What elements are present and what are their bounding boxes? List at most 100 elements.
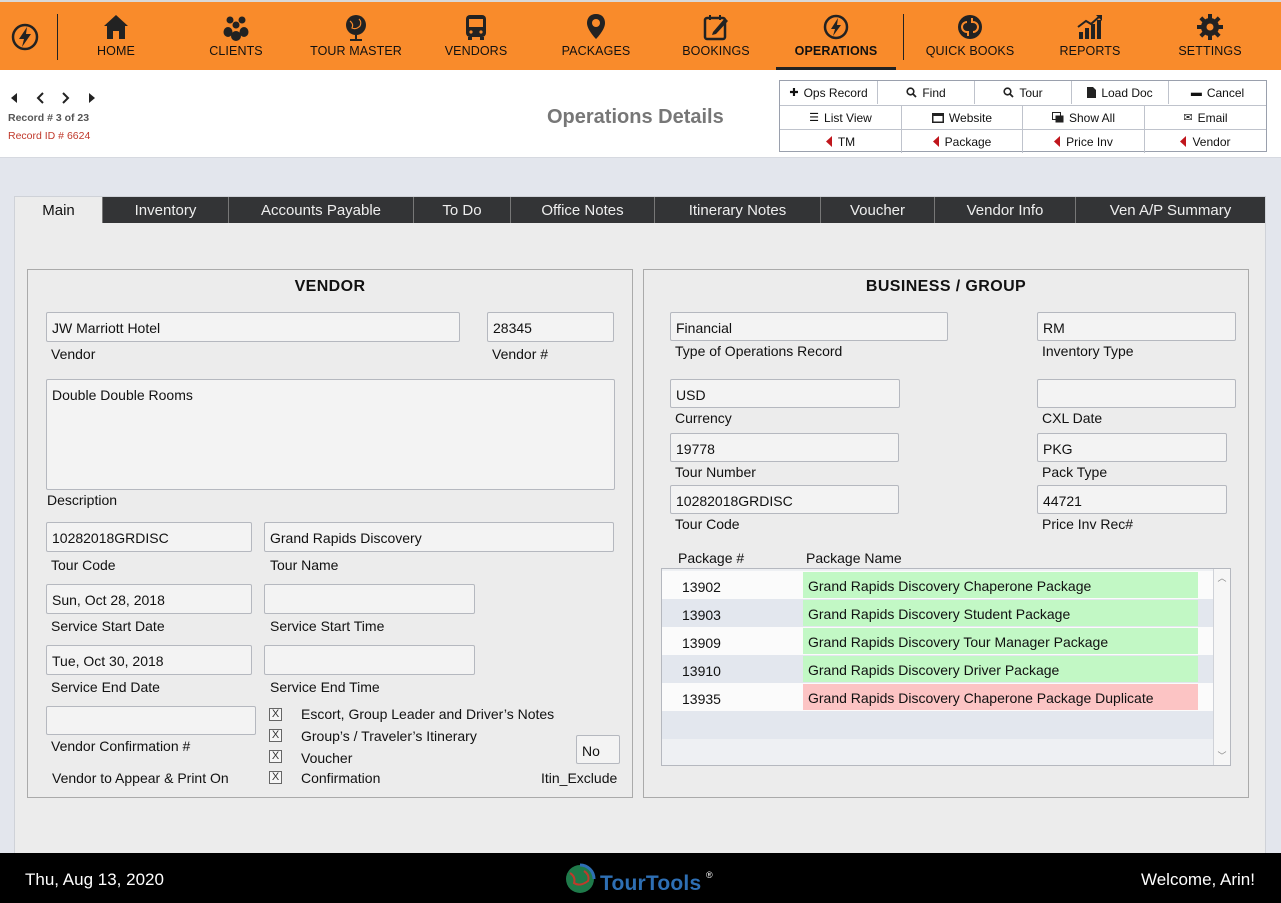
pack-type-field[interactable]: PKG: [1037, 433, 1227, 462]
show-all-button[interactable]: Show All: [1023, 106, 1145, 129]
first-record-icon[interactable]: [5, 89, 23, 107]
nav-quick-books[interactable]: QUICK BOOKS: [910, 2, 1030, 70]
toolbar-row-3: TM Package Price Inv Vendor: [780, 129, 1266, 153]
nav-vendors[interactable]: VENDORS: [416, 2, 536, 70]
tab-to-do[interactable]: To Do: [414, 197, 511, 223]
package-name: Grand Rapids Discovery Student Package: [803, 600, 1198, 626]
package-row[interactable]: 13909 Grand Rapids Discovery Tour Manage…: [662, 627, 1214, 655]
previous-record-icon[interactable]: [31, 89, 49, 107]
website-button[interactable]: Website: [902, 106, 1023, 129]
footer-bar: Thu, Aug 13, 2020 TourTools ® Welcome, A…: [0, 853, 1281, 903]
vendor-heading: VENDOR: [294, 278, 366, 295]
next-record-icon[interactable]: [57, 89, 75, 107]
inventory-type-field[interactable]: RM: [1037, 312, 1236, 341]
package-row[interactable]: 13910 Grand Rapids Discovery Driver Pack…: [662, 655, 1214, 683]
vendor-confirmation-label: Vendor Confirmation #: [51, 738, 191, 754]
globe-icon: [346, 15, 366, 41]
vendor-link-button[interactable]: Vendor: [1145, 130, 1266, 153]
confirmation-checkbox[interactable]: X: [269, 771, 282, 784]
scroll-down-icon[interactable]: ﹀: [1214, 749, 1230, 763]
tour-code-field[interactable]: 10282018GRDISC: [46, 522, 252, 552]
nav-home[interactable]: HOME: [56, 2, 176, 70]
escort-notes-label: Escort, Group Leader and Driver’s Notes: [301, 706, 555, 722]
tm-link-button[interactable]: TM: [780, 130, 902, 153]
ops-type-field[interactable]: Financial: [670, 312, 948, 341]
scroll-up-icon[interactable]: ︿: [1214, 571, 1230, 585]
tab-accounts-payable[interactable]: Accounts Payable: [229, 197, 414, 223]
confirmation-label: Confirmation: [301, 770, 381, 786]
left-arrow-icon: [825, 136, 833, 147]
service-end-time-field[interactable]: [264, 645, 475, 675]
itinerary-checkbox[interactable]: X: [269, 729, 282, 742]
email-button[interactable]: ✉ Email: [1145, 106, 1266, 129]
chart-icon: [1077, 15, 1102, 39]
load-doc-button[interactable]: Load Doc: [1072, 81, 1169, 104]
tour-number-field[interactable]: 19778: [670, 433, 899, 462]
price-inv-link-button[interactable]: Price Inv: [1023, 130, 1145, 153]
app-logo[interactable]: [0, 2, 56, 70]
package-row[interactable]: 13935 Grand Rapids Discovery Chaperone P…: [662, 683, 1214, 711]
nav-settings-label: SETTINGS: [1178, 44, 1242, 58]
service-start-date-field[interactable]: Sun, Oct 28, 2018: [46, 584, 252, 614]
bg-tour-code-field[interactable]: 10282018GRDISC: [670, 485, 899, 514]
package-list-scrollbar[interactable]: ︿ ﹀: [1213, 569, 1230, 765]
nav-operations[interactable]: OPERATIONS: [776, 2, 896, 70]
list-view-button[interactable]: ☰ List View: [780, 106, 902, 129]
package-row[interactable]: 13903 Grand Rapids Discovery Student Pac…: [662, 599, 1214, 627]
tab-ven-ap-summary[interactable]: Ven A/P Summary: [1076, 197, 1265, 223]
currency-field[interactable]: USD: [670, 379, 900, 408]
package-name: Grand Rapids Discovery Chaperone Package: [803, 572, 1198, 598]
tab-vendor-info[interactable]: Vendor Info: [935, 197, 1076, 223]
itin-exclude-label: Itin_Exclude: [541, 770, 618, 786]
price-inv-rec-field[interactable]: 44721: [1037, 485, 1227, 514]
action-toolbar: ✚ Ops Record Find Tour Load Doc ▬ Cancel ☰…: [779, 80, 1267, 153]
nav-tour-master[interactable]: TOUR MASTER: [296, 2, 416, 70]
tab-itinerary-notes[interactable]: Itinerary Notes: [655, 197, 821, 223]
tab-office-notes[interactable]: Office Notes: [511, 197, 655, 223]
package-link-button[interactable]: Package: [902, 130, 1023, 153]
nav-bookings[interactable]: BOOKINGS: [656, 2, 776, 70]
package-row[interactable]: 13902 Grand Rapids Discovery Chaperone P…: [662, 571, 1214, 599]
vendor-number-field[interactable]: 28345: [487, 312, 614, 342]
current-date: Thu, Aug 13, 2020: [25, 870, 164, 889]
tour-number-label: Tour Number: [675, 464, 756, 480]
nav-bookings-label: BOOKINGS: [682, 44, 750, 58]
tour-name-field[interactable]: Grand Rapids Discovery: [264, 522, 614, 552]
package-number: 13902: [682, 579, 721, 595]
search-icon: [906, 87, 917, 98]
ops-record-button[interactable]: ✚ Ops Record: [780, 81, 878, 104]
voucher-checkbox[interactable]: X: [269, 750, 282, 763]
quickbooks-icon: [958, 15, 982, 39]
nav-reports[interactable]: REPORTS: [1030, 2, 1150, 70]
description-field[interactable]: Double Double Rooms: [46, 379, 615, 490]
vendor-name-field[interactable]: JW Marriott Hotel: [46, 312, 460, 342]
plus-icon: ✚: [789, 87, 799, 99]
escort-notes-checkbox[interactable]: X: [269, 708, 282, 721]
tour-name-label: Tour Name: [270, 557, 339, 573]
tab-voucher[interactable]: Voucher: [821, 197, 935, 223]
currency-label: Currency: [675, 410, 732, 426]
tab-inventory[interactable]: Inventory: [103, 197, 229, 223]
toolbar-row-1: ✚ Ops Record Find Tour Load Doc ▬ Cancel: [780, 81, 1266, 105]
itin-exclude-field[interactable]: No: [576, 735, 620, 764]
package-name: Grand Rapids Discovery Tour Manager Pack…: [803, 628, 1198, 654]
cxl-date-field[interactable]: [1037, 379, 1236, 408]
gear-icon: [1197, 14, 1223, 40]
nav-clients[interactable]: CLIENTS: [176, 2, 296, 70]
tour-search-button[interactable]: Tour: [975, 81, 1072, 104]
last-record-icon[interactable]: [83, 89, 101, 107]
tab-main[interactable]: Main: [15, 197, 103, 223]
service-start-time-field[interactable]: [264, 584, 475, 614]
list-icon: ☰: [809, 112, 820, 124]
nav-packages[interactable]: PACKAGES: [536, 2, 656, 70]
registered-mark: ®: [706, 870, 713, 880]
pack-type-label: Pack Type: [1042, 464, 1108, 480]
nav-tour-master-label: TOUR MASTER: [310, 44, 402, 58]
nav-settings[interactable]: SETTINGS: [1150, 2, 1270, 70]
package-number-header: Package #: [678, 550, 745, 566]
show-all-icon: [1051, 112, 1064, 123]
vendor-confirmation-field[interactable]: [46, 706, 256, 735]
service-end-date-field[interactable]: Tue, Oct 30, 2018: [46, 645, 252, 675]
find-button[interactable]: Find: [878, 81, 975, 104]
cancel-button[interactable]: ▬ Cancel: [1169, 81, 1266, 104]
